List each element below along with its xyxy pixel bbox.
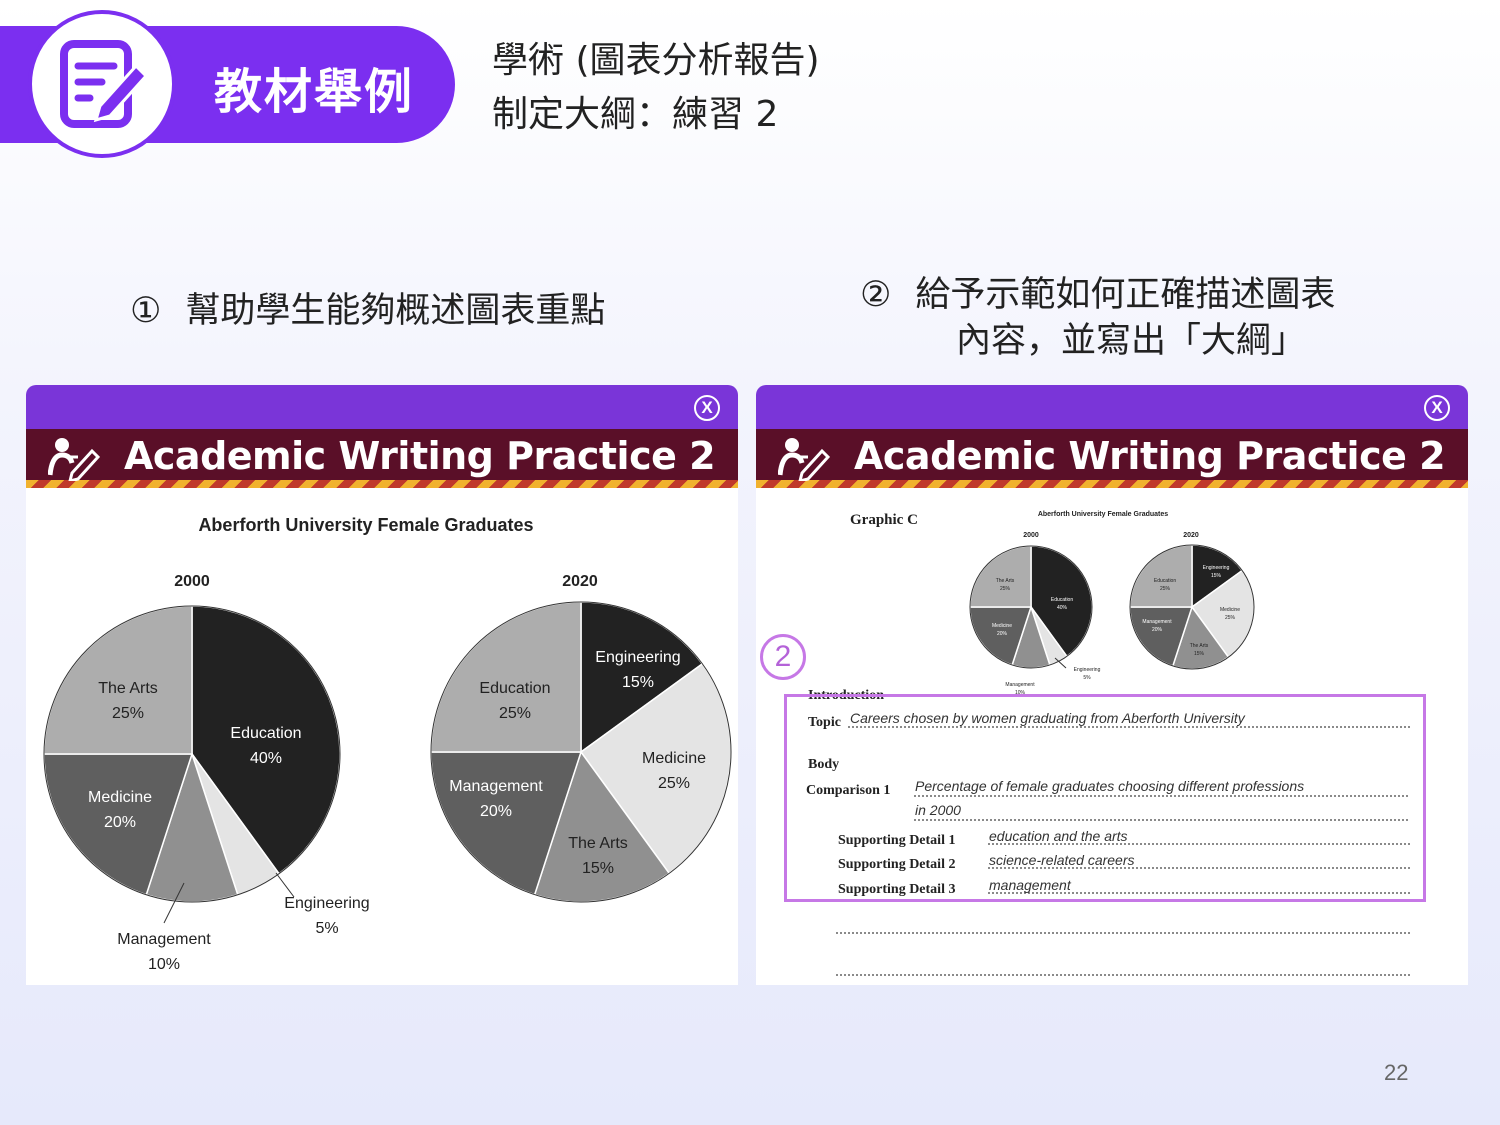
point-two-line-2: 內容，並寫出「大綱」 bbox=[956, 321, 1307, 361]
slice-label: The Arts bbox=[1190, 643, 1209, 649]
point-one-number: ① bbox=[130, 291, 162, 331]
slice-label: Medicine bbox=[1220, 607, 1240, 613]
slice-label: The Arts bbox=[98, 680, 158, 697]
point-two: ② 給予示範如何正確描述圖表 內容，並寫出「大綱」 bbox=[860, 272, 1335, 364]
pie-slice-education bbox=[430, 601, 582, 753]
mini-pie-year: 2000 bbox=[1023, 532, 1039, 539]
slice-label: Management bbox=[1142, 619, 1172, 625]
slice-label: Management bbox=[117, 931, 211, 948]
slice-label: Management bbox=[449, 778, 543, 795]
mini-pie-year: 2020 bbox=[1183, 532, 1199, 539]
logo-badge bbox=[28, 10, 176, 158]
slice-value-label: 15% bbox=[622, 674, 654, 691]
pie-slice-the-arts bbox=[969, 545, 1032, 608]
heading-line-1: 學術 (圖表分析報告) bbox=[492, 40, 820, 81]
slice-value-label: 20% bbox=[997, 631, 1008, 637]
label-leader-line bbox=[275, 872, 295, 898]
slice-label: Education bbox=[479, 680, 550, 697]
point-two-number: ② bbox=[860, 275, 892, 315]
slice-value-label: 25% bbox=[1160, 586, 1171, 592]
slice-value-label: 10% bbox=[148, 956, 180, 973]
chart-title: Aberforth University Female Graduates bbox=[198, 515, 533, 535]
slice-value-label: 25% bbox=[112, 705, 144, 722]
slice-label: The Arts bbox=[996, 578, 1015, 584]
slice-value-label: 25% bbox=[1000, 586, 1011, 592]
page-heading: 學術 (圖表分析報告) 制定大綱：練習 2 bbox=[492, 34, 820, 142]
pie-year-label: 2020 bbox=[562, 573, 598, 590]
slice-value-label: 5% bbox=[315, 920, 338, 937]
pie-slice-education bbox=[1129, 544, 1193, 608]
slice-value-label: 15% bbox=[582, 860, 614, 877]
slice-label: Engineering bbox=[284, 895, 369, 912]
slice-label: Education bbox=[1154, 578, 1176, 584]
slice-value-label: 20% bbox=[104, 814, 136, 831]
practice-window-chart: Academic Writing Practice 2 X Aberforth … bbox=[26, 385, 738, 985]
point-two-line-1: 給予示範如何正確描述圖表 bbox=[915, 275, 1336, 315]
slice-value-label: 25% bbox=[1225, 615, 1236, 621]
banner-title: 教材舉例 bbox=[214, 64, 415, 120]
slice-value-label: 40% bbox=[1057, 605, 1068, 611]
slice-label: Management bbox=[1005, 682, 1035, 688]
slice-value-label: 25% bbox=[658, 775, 690, 792]
mini-chart-title: Aberforth University Female Graduates bbox=[1038, 511, 1168, 518]
slice-label: Medicine bbox=[88, 789, 152, 806]
slice-value-label: 25% bbox=[499, 705, 531, 722]
slice-label: Education bbox=[230, 725, 301, 742]
slice-value-label: 20% bbox=[480, 803, 512, 820]
slice-value-label: 15% bbox=[1194, 651, 1205, 657]
slice-value-label: 40% bbox=[250, 750, 282, 767]
pie-year-label: 2000 bbox=[174, 573, 210, 590]
page-number: 22 bbox=[1384, 1060, 1409, 1085]
slice-value-label: 15% bbox=[1211, 573, 1222, 579]
point-one-text: 幫助學生能夠概述圖表重點 bbox=[185, 291, 606, 331]
point-one: ① 幫助學生能夠概述圖表重點 bbox=[130, 288, 605, 334]
heading-line-2: 制定大綱：練習 2 bbox=[492, 94, 779, 135]
slice-label: Engineering bbox=[1074, 667, 1101, 673]
slice-label: The Arts bbox=[568, 835, 628, 852]
graphic-label: Graphic C bbox=[850, 512, 918, 528]
step-marker: 2 bbox=[760, 634, 806, 680]
slice-value-label: 5% bbox=[1083, 675, 1091, 681]
slice-label: Medicine bbox=[992, 623, 1012, 629]
slice-label: Engineering bbox=[595, 649, 680, 666]
slice-label: Education bbox=[1051, 597, 1073, 603]
outline-highlight-box bbox=[784, 694, 1426, 902]
pie-chart: Aberforth University Female Graduates 20… bbox=[43, 515, 732, 973]
slice-label: Engineering bbox=[1203, 565, 1230, 571]
slice-label: Medicine bbox=[642, 750, 706, 767]
edit-note-icon bbox=[60, 40, 149, 128]
slice-value-label: 20% bbox=[1152, 627, 1163, 633]
